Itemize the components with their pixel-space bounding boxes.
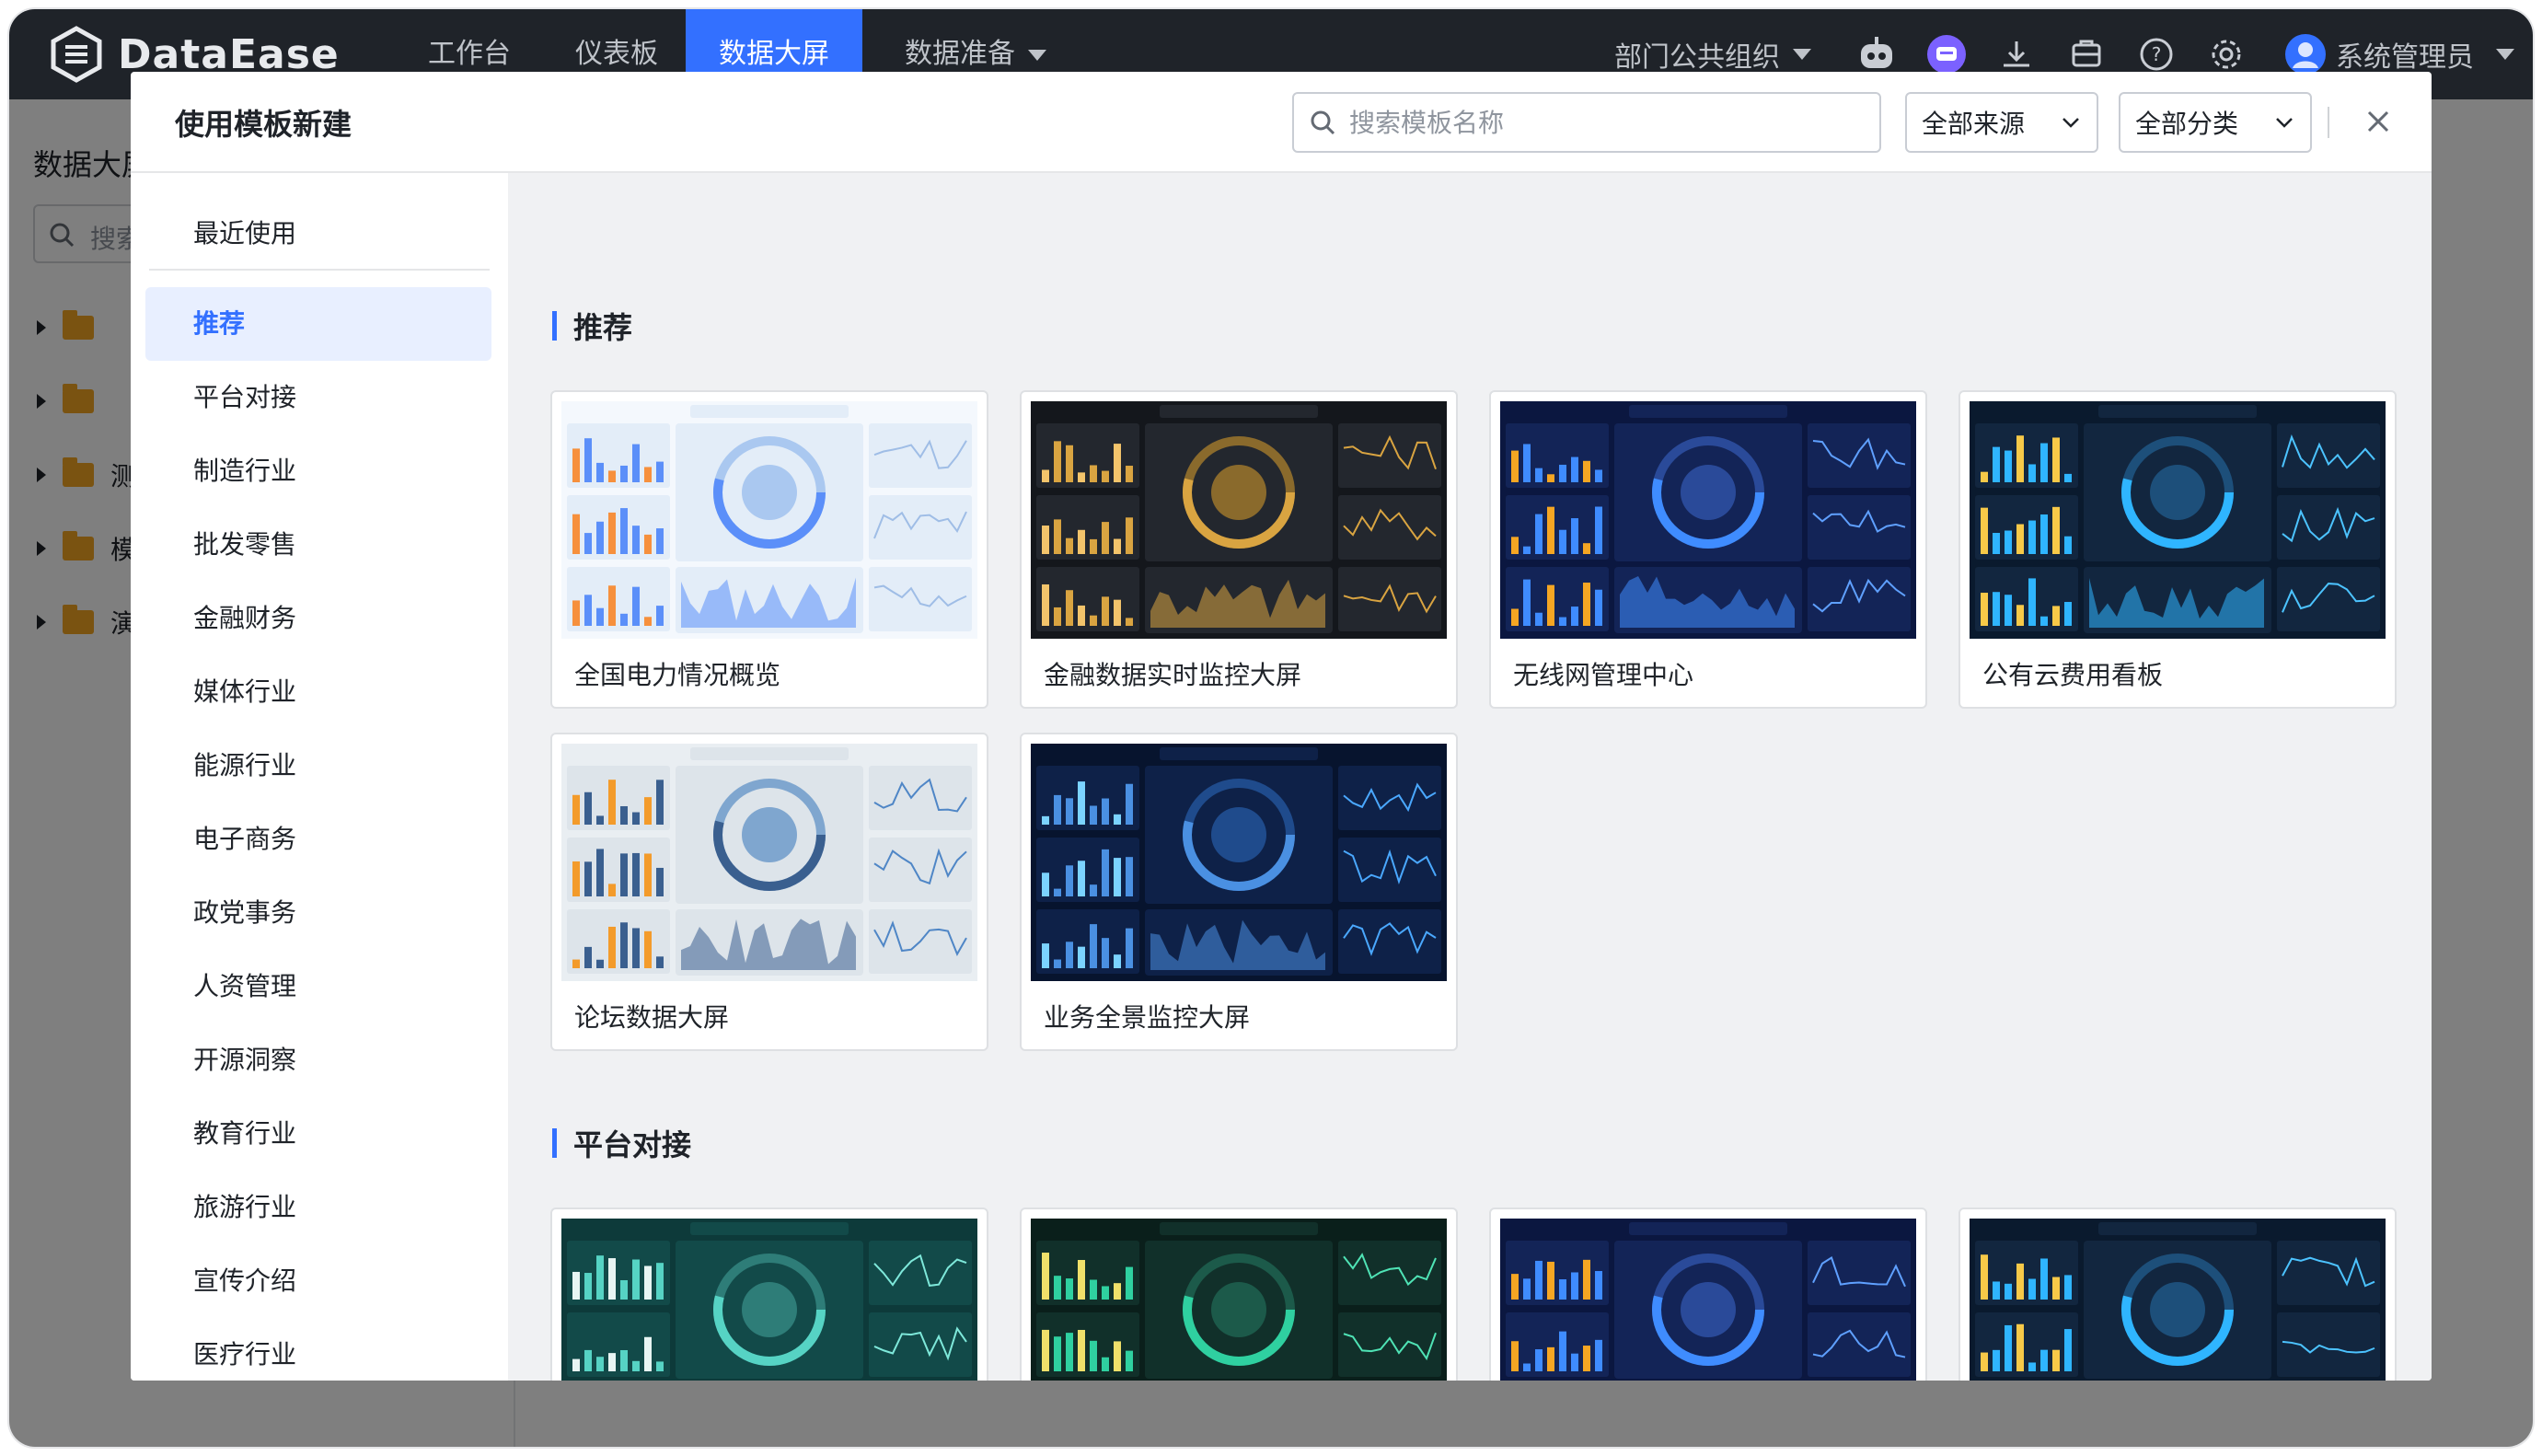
template-thumbnail [1031, 744, 1447, 981]
menu-item-promotion[interactable]: 宣传介绍 [145, 1244, 491, 1318]
org-name: 部门公共组织 [1614, 41, 1780, 74]
search-icon [1311, 110, 1335, 135]
app-window: DataEase 工作台 仪表板 数据大屏 数据准备 部门公共组织 ? 系统管理… [9, 9, 2533, 1447]
menu-item-medical[interactable]: 医疗行业 [145, 1318, 491, 1381]
template-card[interactable]: 公有云费用看板 [1958, 390, 2397, 709]
section-title-text: 推荐 [573, 310, 633, 345]
template-modal: 使用模板新建 全部来源 全部分类 最近使用 推荐 平台对接 制造行业 批发零售 [131, 72, 2432, 1381]
nav-dataprep-label: 数据准备 [905, 38, 1015, 70]
menu-item-manufacturing[interactable]: 制造行业 [145, 434, 491, 508]
template-search-box [1292, 92, 1881, 153]
close-icon[interactable] [2362, 105, 2395, 138]
category-select[interactable]: 全部分类 [2119, 92, 2312, 153]
template-card[interactable] [1958, 1208, 2397, 1381]
template-thumbnail [1031, 401, 1447, 639]
user-name: 系统管理员 [2336, 41, 2474, 74]
template-card[interactable]: 金融数据实时监控大屏 [1020, 390, 1458, 709]
settings-gear-icon[interactable] [2205, 33, 2247, 75]
datasource-icon[interactable] [2065, 33, 2108, 75]
brand-name: DataEase [118, 30, 340, 78]
template-thumbnail [561, 744, 977, 981]
template-name: 无线网管理中心 [1513, 660, 1694, 690]
section-title-platform: 平台对接 [552, 1125, 692, 1162]
chevron-down-icon [2062, 118, 2079, 128]
template-thumbnail [561, 1219, 977, 1381]
template-thumbnail [561, 401, 977, 639]
ai-assistant-icon[interactable] [1855, 33, 1898, 75]
template-list: 推荐 全国电力情况概览 金融数据实时监控大屏 无线网管理中心 公有云费用看板 论… [508, 173, 2432, 1381]
chevron-down-icon [2276, 118, 2293, 128]
template-card[interactable] [1020, 1208, 1458, 1381]
template-search-input[interactable] [1349, 107, 1865, 138]
template-card[interactable] [550, 1208, 988, 1381]
chevron-down-icon [1793, 49, 1811, 60]
menu-item-recent[interactable]: 最近使用 [145, 197, 491, 271]
modal-header: 使用模板新建 全部来源 全部分类 [131, 72, 2432, 173]
copilot-icon[interactable] [1925, 33, 1968, 75]
menu-item-recommended[interactable]: 推荐 [145, 287, 491, 361]
menu-item-media[interactable]: 媒体行业 [145, 655, 491, 729]
template-thumbnail [1500, 1219, 1916, 1381]
source-select-value: 全部来源 [1922, 109, 2026, 139]
category-menu: 最近使用 推荐 平台对接 制造行业 批发零售 金融财务 媒体行业 能源行业 电子… [131, 173, 508, 1381]
template-name: 公有云费用看板 [1982, 660, 2164, 690]
download-icon[interactable] [1995, 33, 2038, 75]
menu-item-opensource[interactable]: 开源洞察 [145, 1023, 491, 1097]
menu-item-tourism[interactable]: 旅游行业 [145, 1171, 491, 1244]
template-card[interactable]: 无线网管理中心 [1489, 390, 1927, 709]
menu-item-education[interactable]: 教育行业 [145, 1097, 491, 1171]
help-icon[interactable]: ? [2135, 33, 2178, 75]
dataease-logo-icon [51, 26, 102, 83]
section-title-recommended: 推荐 [552, 307, 633, 345]
template-thumbnail [1500, 401, 1916, 639]
template-card[interactable]: 业务全景监控大屏 [1020, 733, 1458, 1051]
section-marker [552, 311, 557, 341]
template-thumbnail [1970, 401, 2386, 639]
template-thumbnail [1970, 1219, 2386, 1381]
menu-item-hr[interactable]: 人资管理 [145, 950, 491, 1023]
chevron-down-icon [1028, 49, 1046, 61]
menu-item-platform[interactable]: 平台对接 [145, 361, 491, 434]
template-card[interactable]: 论坛数据大屏 [550, 733, 988, 1051]
source-select[interactable]: 全部来源 [1905, 92, 2098, 153]
template-thumbnail [1031, 1219, 1447, 1381]
menu-item-ecommerce[interactable]: 电子商务 [145, 803, 491, 876]
template-name: 论坛数据大屏 [574, 1002, 730, 1033]
template-card[interactable]: 全国电力情况概览 [550, 390, 988, 709]
menu-item-finance[interactable]: 金融财务 [145, 582, 491, 655]
template-name: 业务全景监控大屏 [1044, 1002, 1251, 1033]
section-marker [552, 1128, 557, 1158]
menu-item-party-affairs[interactable]: 政党事务 [145, 876, 491, 950]
header-divider [2328, 107, 2329, 138]
template-card[interactable] [1489, 1208, 1927, 1381]
section-title-text: 平台对接 [573, 1127, 692, 1162]
chevron-down-icon [2496, 49, 2514, 60]
category-select-value: 全部分类 [2135, 109, 2239, 139]
menu-item-energy[interactable]: 能源行业 [145, 729, 491, 803]
modal-title: 使用模板新建 [175, 107, 352, 142]
menu-item-retail[interactable]: 批发零售 [145, 508, 491, 582]
menu-divider [149, 269, 490, 271]
template-name: 金融数据实时监控大屏 [1044, 660, 1302, 690]
template-name: 全国电力情况概览 [574, 660, 781, 690]
svg-text:?: ? [2152, 43, 2162, 65]
avatar [2285, 34, 2326, 75]
